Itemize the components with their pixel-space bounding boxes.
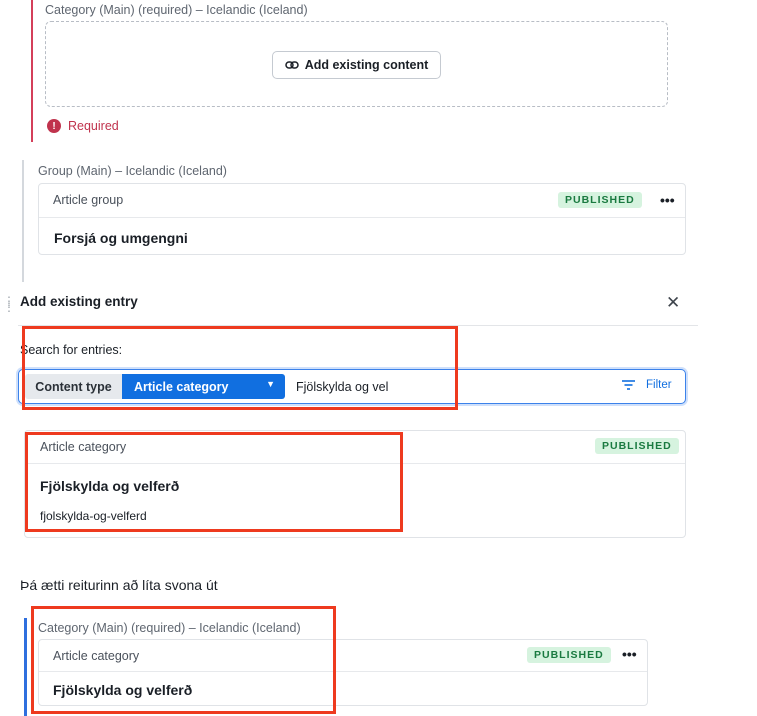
status-badge: PUBLISHED xyxy=(558,192,642,208)
modal-title: Add existing entry xyxy=(20,294,138,309)
status-badge: PUBLISHED xyxy=(595,438,679,454)
field-label-group: Group (Main) – Icelandic (Iceland) xyxy=(38,164,227,178)
more-icon[interactable]: ••• xyxy=(660,192,675,208)
link-icon xyxy=(284,61,299,69)
close-icon[interactable]: ✕ xyxy=(666,293,680,313)
card-content-type: Article group xyxy=(53,193,124,207)
status-badge: PUBLISHED xyxy=(527,647,611,663)
annotation-box-final xyxy=(31,606,336,714)
annotation-box-search xyxy=(22,326,458,410)
add-existing-content-label: Add existing content xyxy=(304,58,429,72)
card-title: Forsjá og umgengni xyxy=(54,230,188,246)
entry-card-article-group[interactable]: Article group PUBLISHED ••• Forsjá og um… xyxy=(38,183,686,255)
error-icon: ! xyxy=(47,119,61,133)
required-error-message: ! Required xyxy=(47,119,119,133)
more-icon[interactable]: ••• xyxy=(622,646,637,662)
field-accent-bar-focused xyxy=(24,618,27,716)
required-field-accent-bar xyxy=(31,0,33,142)
drag-handle-icon[interactable]: ⋮ ⋮ xyxy=(3,295,16,313)
field-accent-bar xyxy=(22,160,24,282)
filter-button[interactable]: Filter xyxy=(622,379,672,391)
annotation-box-result xyxy=(25,432,403,532)
filter-label: Filter xyxy=(646,379,672,391)
error-text: Required xyxy=(68,119,119,133)
filter-icon xyxy=(622,380,635,390)
instruction-caption: Þá ætti reiturinn að líta svona út xyxy=(20,577,218,593)
add-existing-content-button[interactable]: Add existing content xyxy=(272,51,441,79)
field-label-category-required: Category (Main) (required) – Icelandic (… xyxy=(45,3,308,17)
